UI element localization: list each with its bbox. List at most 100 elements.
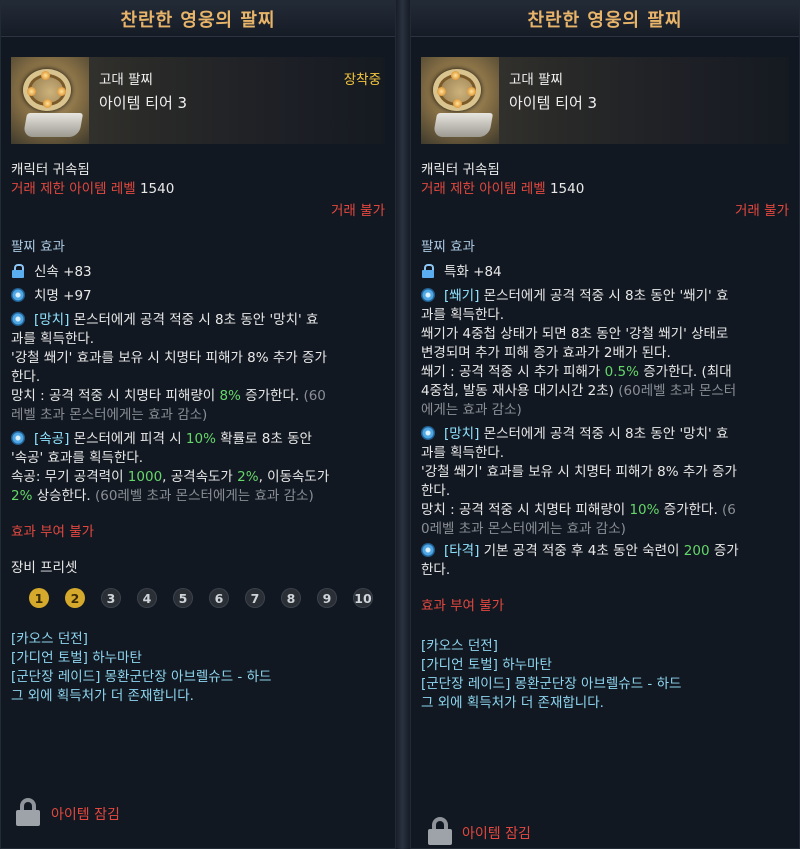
tooltip-panel-right: 찬란한 영웅의 팔찌 고대 팔찌 아이템 티어 3 캐릭터 귀속됨 거래 제한 … [410, 0, 800, 849]
effect-text: 망치 : 공격 적중 시 치명타 피해량이 8% 증가한다. (60 [11, 388, 326, 404]
item-tier: 아이템 티어 3 [99, 94, 188, 112]
swirl-icon [421, 543, 435, 557]
item-grade: 고대 팔찌 [99, 72, 153, 88]
effect-text: 속공: 무기 공격력이 1000, 공격속도가 2%, 이동속도가 [11, 469, 330, 485]
effect-text: 한다. [421, 483, 451, 499]
preset-row: 1 2 3 4 5 6 7 8 9 10 [11, 588, 385, 608]
effect-text: '속공' 효과를 획득한다. [11, 450, 144, 466]
panel-divider [395, 0, 410, 849]
effect-text: 쐐기가 4중첩 상태가 되면 8초 동안 '강철 쐐기' 상태로 [421, 326, 729, 342]
tooltip-panel-left: 찬란한 영웅의 팔찌 고대 팔찌 아이템 티어 3 장착중 캐릭터 귀속됨 거래… [0, 0, 396, 849]
source-item: [카오스 던전] [11, 631, 88, 647]
stat-row: 신속 +83 [11, 263, 385, 282]
level-value: 1540 [139, 181, 175, 197]
lock-icon [11, 264, 25, 278]
lock-icon [421, 264, 435, 278]
preset-5[interactable]: 5 [173, 588, 193, 608]
bound-text: 캐릭터 귀속됨 [421, 162, 500, 178]
effect-tag: [쐐기] [444, 288, 480, 304]
item-level: 거래 제한 아이템 레벨 1540 [11, 180, 385, 199]
effect-block: [타격] 기본 공격 적중 후 4초 동안 숙련이 200 증가 한다. [421, 542, 789, 580]
item-tier: 아이템 티어 3 [509, 94, 598, 112]
stat-text: 치명 +97 [34, 288, 92, 304]
lock-icon [16, 798, 40, 826]
item-grade: 고대 팔찌 [509, 72, 563, 88]
source-list: [카오스 던전] [가디언 토벌] 하누마탄 [군단장 레이드] 몽환군단장 아… [421, 637, 789, 713]
tooltip-title-bar: 찬란한 영웅의 팔찌 [411, 1, 799, 37]
source-item: [가디언 토벌] 하누마탄 [11, 650, 142, 666]
stat-row: 특화 +84 [421, 263, 789, 282]
effect-tag: [타격] [444, 543, 480, 559]
effect-note: 레벨 초과 몬스터에게는 효과 감소) [11, 407, 208, 423]
trade-status: 거래 불가 [331, 203, 385, 219]
level-label: 거래 제한 아이템 레벨 [421, 181, 546, 197]
source-item: [카오스 던전] [421, 638, 498, 654]
preset-2[interactable]: 2 [65, 588, 85, 608]
effect-note: 0레벨 초과 몬스터에게는 효과 감소) [421, 521, 626, 537]
effect-text: 변경되며 추가 피해 증가 효과가 2배가 된다. [421, 345, 671, 361]
bound-text: 캐릭터 귀속됨 [11, 162, 90, 178]
preset-10[interactable]: 10 [353, 588, 373, 608]
trade-status: 거래 불가 [735, 203, 789, 219]
equipped-badge: 장착중 [343, 72, 381, 88]
source-list: [카오스 던전] [가디언 토벌] 하누마탄 [군단장 레이드] 몽환군단장 아… [11, 630, 385, 706]
tooltip-title-bar: 찬란한 영웅의 팔찌 [1, 1, 395, 37]
swirl-icon [11, 431, 25, 445]
effect-text: '강철 쐐기' 효과를 보유 시 치명타 피해가 8% 추가 증가 [421, 464, 737, 480]
level-label: 거래 제한 아이템 레벨 [11, 181, 136, 197]
preset-title: 장비 프리셋 [11, 560, 78, 576]
preset-1[interactable]: 1 [29, 588, 49, 608]
effect-section-title: 팔찌 효과 [421, 239, 475, 255]
effect-block: [망치] 몬스터에게 공격 적중 시 8초 동안 '망치' 효 과를 획득한다.… [421, 425, 789, 539]
item-level: 거래 제한 아이템 레벨 1540 [421, 180, 789, 199]
effect-text: 4중첩, 발동 재사용 대기시간 2초) (60레벨 초과 몬스터 [421, 383, 737, 399]
item-name: 찬란한 영웅의 팔찌 [527, 9, 683, 31]
item-locked-text: 아이템 잠김 [51, 807, 120, 823]
source-item: 그 외에 획득처가 더 존재합니다. [11, 688, 194, 704]
no-effect-text: 효과 부여 불가 [11, 524, 95, 540]
source-item: [군단장 레이드] 몽환군단장 아브렐슈드 - 하드 [11, 669, 272, 685]
source-item: 그 외에 획득처가 더 존재합니다. [421, 695, 604, 711]
tooltip-body: 캐릭터 귀속됨 거래 제한 아이템 레벨 1540 거래 불가 팔찌 효과 특화… [421, 161, 789, 713]
item-header: 고대 팔찌 아이템 티어 3 장착중 [11, 57, 385, 144]
no-effect-text: 효과 부여 불가 [421, 598, 505, 614]
effect-text: 한다. [11, 369, 41, 385]
item-locked-text: 아이템 잠김 [462, 826, 531, 842]
preset-6[interactable]: 6 [209, 588, 229, 608]
swirl-icon [421, 288, 435, 302]
effect-tag: [속공] [34, 431, 70, 447]
stat-text: 신속 +83 [34, 264, 92, 280]
item-name: 찬란한 영웅의 팔찌 [120, 9, 276, 31]
level-value: 1540 [549, 181, 585, 197]
effect-text: 한다. [421, 562, 451, 578]
bracelet-icon [11, 57, 89, 144]
item-header: 고대 팔찌 아이템 티어 3 [421, 57, 789, 144]
effect-note: 에게는 효과 감소) [421, 402, 522, 418]
effect-tag: [망치] [444, 426, 480, 442]
stat-text: 특화 +84 [444, 264, 502, 280]
preset-4[interactable]: 4 [137, 588, 157, 608]
effect-text: 쐐기 : 공격 적중 시 추가 피해가 0.5% 증가한다. (최대 [421, 364, 732, 380]
effect-text: 망치 : 공격 적중 시 치명타 피해량이 10% 증가한다. (6 [421, 502, 736, 518]
swirl-icon [11, 288, 25, 302]
stat-row: 치명 +97 [11, 287, 385, 306]
effect-tag: [망치] [34, 312, 70, 328]
effect-text: 과를 획득한다. [11, 331, 95, 347]
lock-icon [428, 817, 452, 845]
preset-3[interactable]: 3 [101, 588, 121, 608]
bracelet-icon [421, 57, 499, 144]
swirl-icon [421, 426, 435, 440]
preset-7[interactable]: 7 [245, 588, 265, 608]
effect-block: [쐐기] 몬스터에게 공격 적중 시 8초 동안 '쐐기' 효 과를 획득한다.… [421, 287, 789, 420]
preset-8[interactable]: 8 [281, 588, 301, 608]
swirl-icon [11, 312, 25, 326]
source-item: [가디언 토벌] 하누마탄 [421, 657, 552, 673]
effect-text: 몬스터에게 공격 적중 시 8초 동안 '망치' 효 [69, 312, 319, 328]
effect-block: [망치] 몬스터에게 공격 적중 시 8초 동안 '망치' 효 과를 획득한다.… [11, 311, 385, 425]
source-item: [군단장 레이드] 몽환군단장 아브렐슈드 - 하드 [421, 676, 682, 692]
effect-text: 2% 상승한다. (60레벨 초과 몬스터에게는 효과 감소) [11, 488, 314, 504]
effect-block: [속공] 몬스터에게 피격 시 10% 확률로 8초 동안 '속공' 효과를 획… [11, 430, 385, 506]
effect-text: 과를 획득한다. [421, 445, 505, 461]
preset-9[interactable]: 9 [317, 588, 337, 608]
effect-text: 과를 획득한다. [421, 307, 505, 323]
